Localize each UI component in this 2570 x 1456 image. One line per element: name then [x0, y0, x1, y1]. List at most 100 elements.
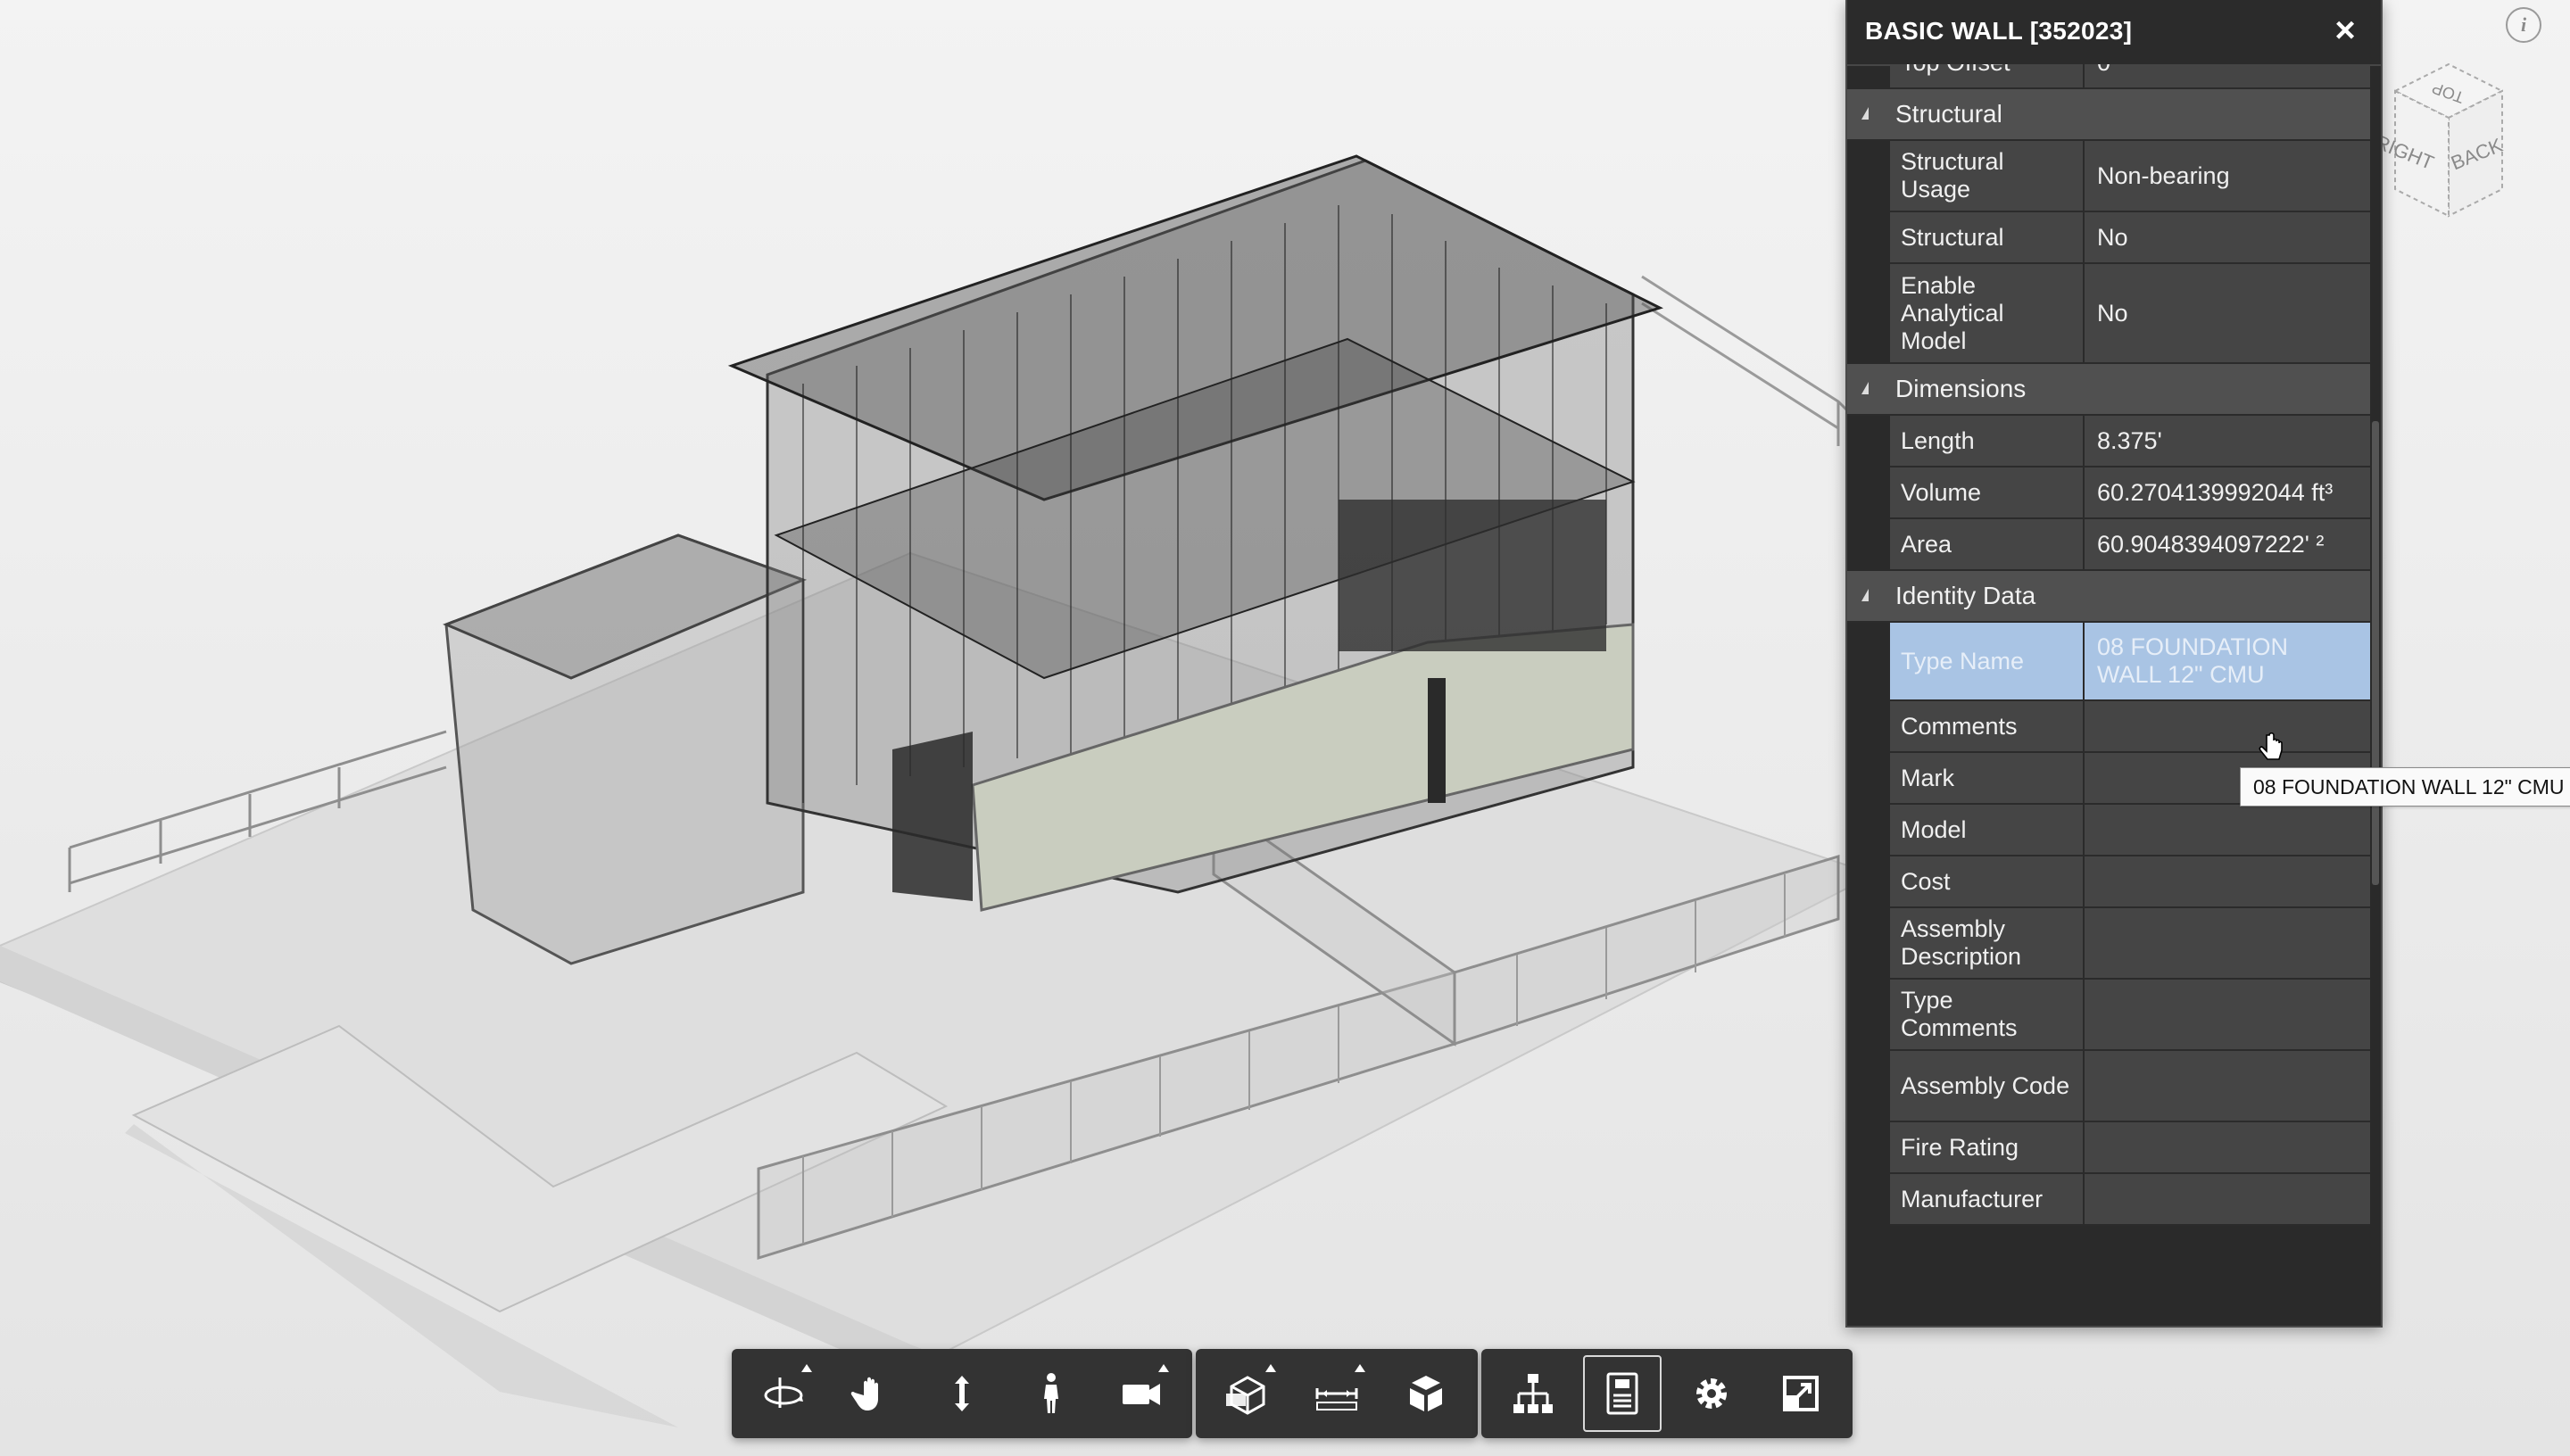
property-key: Enable Analytical Model	[1890, 264, 2085, 362]
property-row[interactable]: Type Comments	[1890, 980, 2370, 1051]
info-icon[interactable]: i	[2506, 7, 2541, 43]
property-key: Area	[1890, 519, 2085, 569]
collapse-triangle-icon[interactable]	[1861, 382, 1869, 394]
properties-button[interactable]	[1583, 1355, 1662, 1432]
property-value	[2085, 908, 2370, 978]
first-person-icon	[1044, 1373, 1058, 1413]
property-row[interactable]: Enable Analytical Model No	[1890, 264, 2370, 364]
category-label: Identity Data	[1895, 582, 2036, 609]
property-list: Top Offset0'StructuralStructural UsageNo…	[1847, 64, 2370, 1226]
camera-button[interactable]	[1101, 1355, 1180, 1432]
property-key: Comments	[1890, 701, 2085, 751]
toolbar-group-1	[732, 1349, 1192, 1438]
property-key: Structural Usage	[1890, 141, 2085, 211]
tooltip: 08 FOUNDATION WALL 12" CMU	[2240, 767, 2570, 807]
property-key: Assembly Description	[1890, 908, 2085, 978]
property-row[interactable]: Top Offset0'	[1890, 64, 2370, 89]
property-value: 08 FOUNDATION WALL 12" CMU	[2085, 623, 2370, 699]
scrollbar[interactable]	[2372, 421, 2379, 885]
orbit-icon	[764, 1377, 803, 1408]
collapse-triangle-icon[interactable]	[1861, 107, 1869, 120]
first-person-button[interactable]	[1012, 1355, 1090, 1432]
property-value: 8.375'	[2085, 416, 2370, 466]
settings-button[interactable]	[1672, 1355, 1751, 1432]
settings-icon	[1696, 1378, 1727, 1409]
model-browser-icon	[1513, 1374, 1553, 1413]
property-row[interactable]: Type Name 08 FOUNDATION WALL 12" CMU	[1890, 623, 2370, 701]
fullscreen-button[interactable]	[1762, 1355, 1840, 1432]
property-key: Assembly Code	[1890, 1051, 2085, 1121]
property-value	[2085, 701, 2370, 751]
property-value: No	[2085, 264, 2370, 362]
panel-body[interactable]: Top Offset0'StructuralStructural UsageNo…	[1847, 64, 2381, 1313]
property-row[interactable]: Fire Rating	[1890, 1122, 2370, 1174]
property-row[interactable]: Assembly Description	[1890, 908, 2370, 980]
property-value: 60.2704139992044 ft³	[2085, 467, 2370, 517]
properties-icon	[1606, 1372, 1638, 1415]
properties-panel[interactable]: BASIC WALL [352023] × Top Offset0' Struct…	[1845, 0, 2383, 1328]
explode-icon	[1410, 1376, 1442, 1411]
property-key: Cost	[1890, 856, 2085, 906]
property-row[interactable]: Structural No	[1890, 212, 2370, 264]
pan-icon	[850, 1377, 878, 1410]
category-label: Dimensions	[1895, 375, 2027, 402]
hand-cursor-icon	[2259, 732, 2283, 760]
orbit-button[interactable]	[744, 1355, 823, 1432]
collapse-triangle-icon[interactable]	[1861, 589, 1869, 601]
section-icon	[1226, 1376, 1265, 1415]
panel-header[interactable]: BASIC WALL [352023] ×	[1847, 0, 2381, 66]
model-browser-button[interactable]	[1494, 1355, 1572, 1432]
dropdown-caret-icon[interactable]	[1355, 1364, 1365, 1372]
camera-icon	[1123, 1384, 1160, 1405]
dropdown-caret-icon[interactable]	[1158, 1364, 1169, 1372]
property-key: Fire Rating	[1890, 1122, 2085, 1172]
property-key: Structural	[1890, 212, 2085, 262]
close-icon[interactable]: ×	[2327, 12, 2363, 48]
property-key: Mark	[1890, 753, 2085, 803]
explode-button[interactable]	[1387, 1355, 1465, 1432]
category-dimensions[interactable]: Dimensions	[1847, 364, 2370, 416]
property-value	[2085, 1051, 2370, 1121]
dropdown-caret-icon[interactable]	[801, 1364, 812, 1372]
property-row[interactable]: Assembly Code	[1890, 1051, 2370, 1122]
pan-button[interactable]	[833, 1355, 912, 1432]
property-value	[2085, 805, 2370, 855]
toolbar-group-3	[1481, 1349, 1853, 1438]
property-value: No	[2085, 212, 2370, 262]
property-row[interactable]: Area 60.9048394097222' ²	[1890, 519, 2370, 571]
measure-button[interactable]	[1297, 1355, 1376, 1432]
property-row[interactable]: Comments	[1890, 701, 2370, 753]
property-row[interactable]: Structural Usage Non-bearing	[1890, 141, 2370, 212]
category-structural[interactable]: Structural	[1847, 89, 2370, 141]
property-row[interactable]: Cost	[1890, 856, 2370, 908]
fullscreen-icon	[1783, 1376, 1819, 1411]
property-key: Length	[1890, 416, 2085, 466]
dropdown-caret-icon[interactable]	[1265, 1364, 1276, 1372]
property-key: Type Name	[1890, 623, 2085, 699]
property-value: Non-bearing	[2085, 141, 2370, 211]
section-button[interactable]	[1208, 1355, 1287, 1432]
property-row[interactable]: Manufacturer	[1890, 1174, 2370, 1226]
panel-title: BASIC WALL [352023]	[1865, 17, 2133, 45]
property-key: Type Comments	[1890, 980, 2085, 1049]
property-value	[2085, 856, 2370, 906]
zoom-button[interactable]	[923, 1355, 1001, 1432]
view-cube[interactable]: TOP BACK RIGHT	[2377, 55, 2520, 225]
property-key: Top Offset	[1890, 64, 2085, 87]
property-key: Manufacturer	[1890, 1174, 2085, 1224]
toolbar-group-2	[1196, 1349, 1478, 1438]
property-row[interactable]: Length 8.375'	[1890, 416, 2370, 467]
property-value	[2085, 980, 2370, 1049]
property-value: 60.9048394097222' ²	[2085, 519, 2370, 569]
zoom-icon	[955, 1376, 969, 1411]
measure-icon	[1315, 1388, 1358, 1410]
category-label: Structural	[1895, 100, 2002, 128]
property-value	[2085, 1174, 2370, 1224]
property-value: 0'	[2085, 64, 2370, 87]
property-row[interactable]: Model	[1890, 805, 2370, 856]
property-row[interactable]: Volume 60.2704139992044 ft³	[1890, 467, 2370, 519]
property-key: Model	[1890, 805, 2085, 855]
category-identity-data[interactable]: Identity Data	[1847, 571, 2370, 623]
property-key: Volume	[1890, 467, 2085, 517]
property-value	[2085, 1122, 2370, 1172]
